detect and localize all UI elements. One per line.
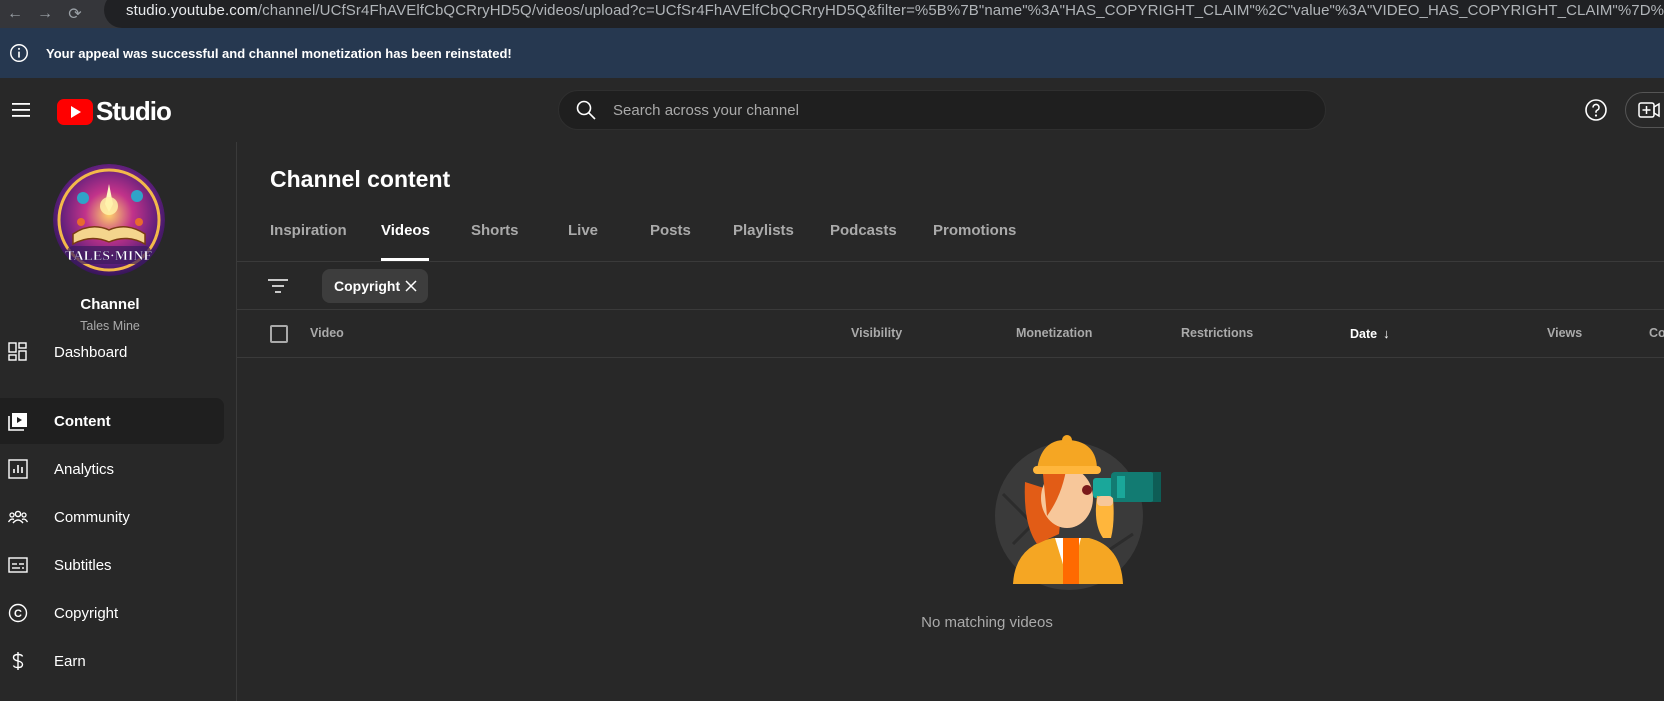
analytics-icon: [8, 459, 28, 479]
tab-podcasts[interactable]: Podcasts: [830, 222, 897, 239]
table-header: Video Visibility Monetization Restrictio…: [237, 310, 1664, 358]
search-bar[interactable]: [558, 90, 1326, 130]
search-input[interactable]: [613, 101, 1273, 119]
url-text: studio.youtube.com/channel/UCfSr4FhAVElf…: [126, 1, 1664, 19]
column-date-label: Date: [1350, 327, 1378, 341]
column-date[interactable]: Date ↓: [1350, 326, 1390, 341]
copyright-icon: C: [8, 603, 28, 623]
column-restrictions[interactable]: Restrictions: [1181, 326, 1253, 340]
create-video-icon: [1638, 102, 1660, 118]
tab-live[interactable]: Live: [568, 222, 598, 239]
tab-playlists[interactable]: Playlists: [733, 222, 794, 239]
banner-message: Your appeal was successful and channel m…: [46, 45, 512, 61]
sidebar-item-content[interactable]: Content: [0, 398, 224, 444]
sidebar-item-community[interactable]: Community: [0, 494, 224, 540]
subtitles-icon: [8, 557, 28, 573]
sidebar-item-earn[interactable]: Earn: [0, 638, 224, 684]
sidebar-item-copyright[interactable]: C Copyright: [0, 590, 224, 636]
sidebar-item-dashboard[interactable]: Dashboard: [0, 329, 224, 375]
community-icon: [8, 510, 28, 524]
reload-icon[interactable]: ⟳: [60, 0, 90, 28]
filter-bar: Copyright: [237, 262, 1664, 310]
detective-binoculars-illustration: [995, 435, 1161, 590]
filter-chip-label: Copyright: [334, 278, 401, 294]
sort-arrow-down-icon: ↓: [1383, 326, 1390, 341]
studio-header: Studio: [0, 78, 1664, 142]
content-tabs: Inspiration Videos Shorts Live Posts Pla…: [237, 200, 1664, 262]
filter-icon[interactable]: [267, 276, 289, 296]
sidebar-item-label: Copyright: [54, 604, 119, 622]
main-content: Channel content Inspiration Videos Short…: [237, 142, 1664, 701]
channel-label: Channel: [80, 296, 140, 313]
youtube-logo-icon: [57, 98, 93, 125]
tab-promotions[interactable]: Promotions: [933, 222, 1016, 239]
tab-posts[interactable]: Posts: [650, 222, 691, 239]
menu-icon[interactable]: [10, 99, 32, 121]
select-all-checkbox[interactable]: [270, 325, 288, 343]
address-bar[interactable]: studio.youtube.com/channel/UCfSr4FhAVElf…: [104, 0, 1664, 28]
back-icon[interactable]: ←: [0, 0, 30, 28]
close-icon[interactable]: [404, 279, 418, 293]
sidebar-item-analytics[interactable]: Analytics: [0, 446, 224, 492]
column-visibility[interactable]: Visibility: [851, 326, 902, 340]
sidebar-item-label: Analytics: [54, 460, 115, 478]
youtube-studio-logo[interactable]: Studio: [57, 96, 172, 127]
sidebar: TALES·MINE Channel Tales Mine Dashboard …: [0, 142, 237, 701]
svg-text:C: C: [14, 608, 22, 620]
channel-avatar[interactable]: TALES·MINE: [53, 164, 165, 276]
dashboard-icon: [8, 342, 27, 361]
column-monetization[interactable]: Monetization: [1016, 326, 1092, 340]
sidebar-item-subtitles[interactable]: Subtitles: [0, 542, 224, 588]
studio-logo-text: Studio: [96, 96, 172, 126]
create-button[interactable]: [1625, 92, 1664, 128]
active-tab-indicator: [381, 258, 429, 261]
page-title: Channel content: [270, 166, 451, 192]
column-views[interactable]: Views: [1547, 326, 1582, 340]
filter-chip-copyright[interactable]: Copyright: [322, 269, 428, 303]
sidebar-item-label: Community: [54, 508, 130, 526]
tab-inspiration[interactable]: Inspiration: [270, 222, 347, 239]
help-icon[interactable]: [1584, 98, 1608, 122]
forward-icon[interactable]: →: [30, 0, 60, 28]
browser-bar: ← → ⟳ studio.youtube.com/channel/UCfSr4F…: [0, 0, 1664, 28]
column-video[interactable]: Video: [310, 326, 344, 340]
search-icon[interactable]: [575, 99, 597, 121]
sidebar-item-label: Earn: [54, 652, 86, 670]
sidebar-item-label: Subtitles: [54, 556, 112, 574]
earn-icon: [12, 652, 24, 670]
content-icon: [8, 413, 27, 431]
sidebar-item-label: Dashboard: [54, 343, 128, 361]
sidebar-item-label: Content: [54, 412, 111, 430]
info-icon: [10, 44, 28, 62]
tab-videos[interactable]: Videos: [381, 222, 430, 239]
avatar-logo-text: TALES·MINE: [65, 249, 153, 264]
tab-shorts[interactable]: Shorts: [471, 222, 519, 239]
column-comments[interactable]: Co: [1649, 326, 1664, 340]
notification-banner: Your appeal was successful and channel m…: [0, 28, 1664, 78]
empty-state-message: No matching videos: [921, 614, 1053, 631]
